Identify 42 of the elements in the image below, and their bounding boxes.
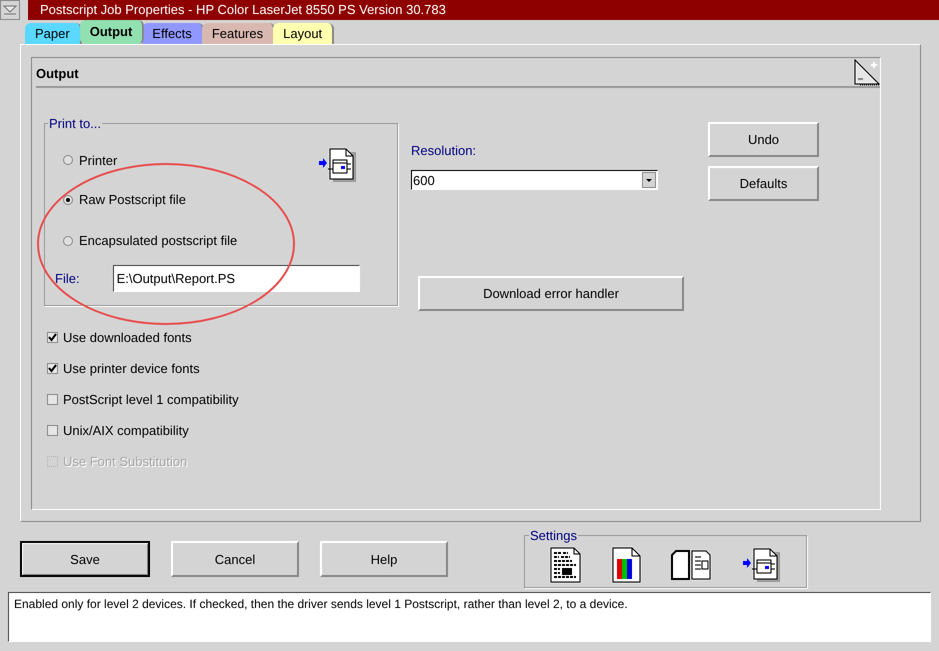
checkbox-label[interactable]: Use downloaded fonts — [63, 330, 192, 345]
checkbox-label[interactable]: Unix/AIX compatibility — [63, 423, 189, 438]
tab[interactable]: Effects — [142, 23, 204, 44]
tab[interactable]: Features — [202, 23, 276, 44]
radio-label[interactable]: Printer — [79, 152, 118, 168]
radio-button[interactable] — [63, 155, 73, 165]
tab[interactable]: Output — [80, 20, 144, 44]
file-label: File: — [55, 271, 80, 286]
radio-label[interactable]: Raw Postscript file — [79, 192, 186, 207]
page-title: Output — [36, 66, 79, 81]
defaults-button[interactable]: Defaults — [708, 166, 819, 201]
system-menu-button[interactable] — [0, 0, 20, 20]
undo-button[interactable]: Undo — [708, 122, 819, 157]
menu-triangle-icon — [3, 5, 17, 15]
checkbox-label[interactable]: Use printer device fonts — [63, 361, 200, 376]
arrow-document-icon — [317, 147, 357, 183]
file-field[interactable]: E:\Output\Report.PS — [112, 265, 360, 292]
radio-button[interactable] — [63, 194, 73, 204]
checkbox[interactable] — [47, 363, 58, 374]
download-error-handler-button[interactable]: Download error handler — [418, 276, 684, 311]
dialog-button[interactable]: Help — [320, 541, 448, 577]
dialog-button[interactable]: Cancel — [171, 541, 299, 577]
group-label: Settings — [529, 528, 578, 543]
checkbox[interactable] — [47, 425, 58, 436]
arrow-document-icon[interactable] — [741, 547, 782, 583]
tab[interactable]: Layout — [273, 23, 334, 44]
status-message: Enabled only for level 2 devices. If checked, then the driver sends level 1 Postscript, rather than level 2, to a device. — [8, 592, 931, 642]
text-document-icon[interactable] — [550, 547, 582, 583]
checkbox[interactable] — [47, 394, 58, 405]
color-bars-document-icon[interactable] — [612, 547, 642, 583]
checkbox-label[interactable]: PostScript level 1 compatibility — [63, 392, 239, 407]
checkbox[interactable] — [47, 332, 58, 343]
resolution-label: Resolution: — [411, 143, 478, 158]
two-pages-icon[interactable] — [671, 550, 712, 580]
page-corner-icon[interactable] — [854, 59, 880, 86]
dialog-button[interactable]: Save — [20, 541, 150, 577]
group-label: Print to... — [48, 116, 102, 131]
resolution-dropdown[interactable]: 600 — [411, 170, 658, 190]
window-title: Postscript Job Properties - HP Color LaserJet 8550 PS Version 30.783 — [28, 0, 939, 20]
radio-button[interactable] — [63, 236, 73, 246]
tab[interactable]: Paper — [25, 23, 82, 44]
radio-label[interactable]: Encapsulated postscript file — [79, 233, 238, 248]
